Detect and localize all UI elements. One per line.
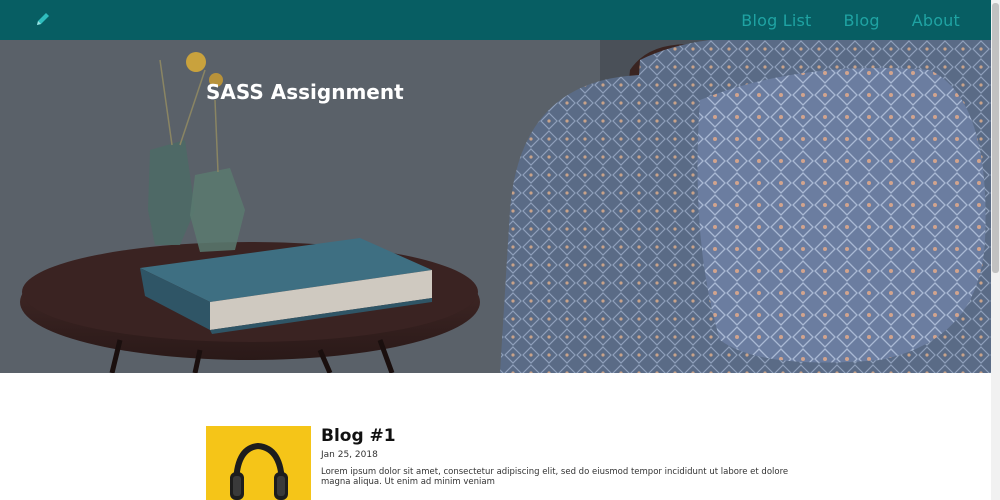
navbar: Blog List Blog About xyxy=(0,0,991,40)
pencil-icon[interactable] xyxy=(35,11,51,27)
nav-link-blog-list[interactable]: Blog List xyxy=(741,11,811,30)
blog-excerpt: Lorem ipsum dolor sit amet, consectetur … xyxy=(321,467,789,487)
blog-post-card[interactable]: Blog #1 Jan 25, 2018 Lorem ipsum dolor s… xyxy=(206,426,806,500)
hero-title: SASS Assignment xyxy=(206,80,404,104)
nav-links: Blog List Blog About xyxy=(741,0,960,40)
hero-banner: SASS Assignment xyxy=(0,40,991,373)
headphones-icon xyxy=(206,426,311,500)
nav-link-blog[interactable]: Blog xyxy=(844,11,880,30)
nav-link-about[interactable]: About xyxy=(912,11,960,30)
hero-image xyxy=(0,40,991,373)
scrollbar[interactable] xyxy=(991,0,1000,500)
blog-thumbnail[interactable] xyxy=(206,426,311,500)
scrollbar-thumb[interactable] xyxy=(992,3,999,273)
blog-date: Jan 25, 2018 xyxy=(321,450,378,460)
blog-title[interactable]: Blog #1 xyxy=(321,426,396,446)
